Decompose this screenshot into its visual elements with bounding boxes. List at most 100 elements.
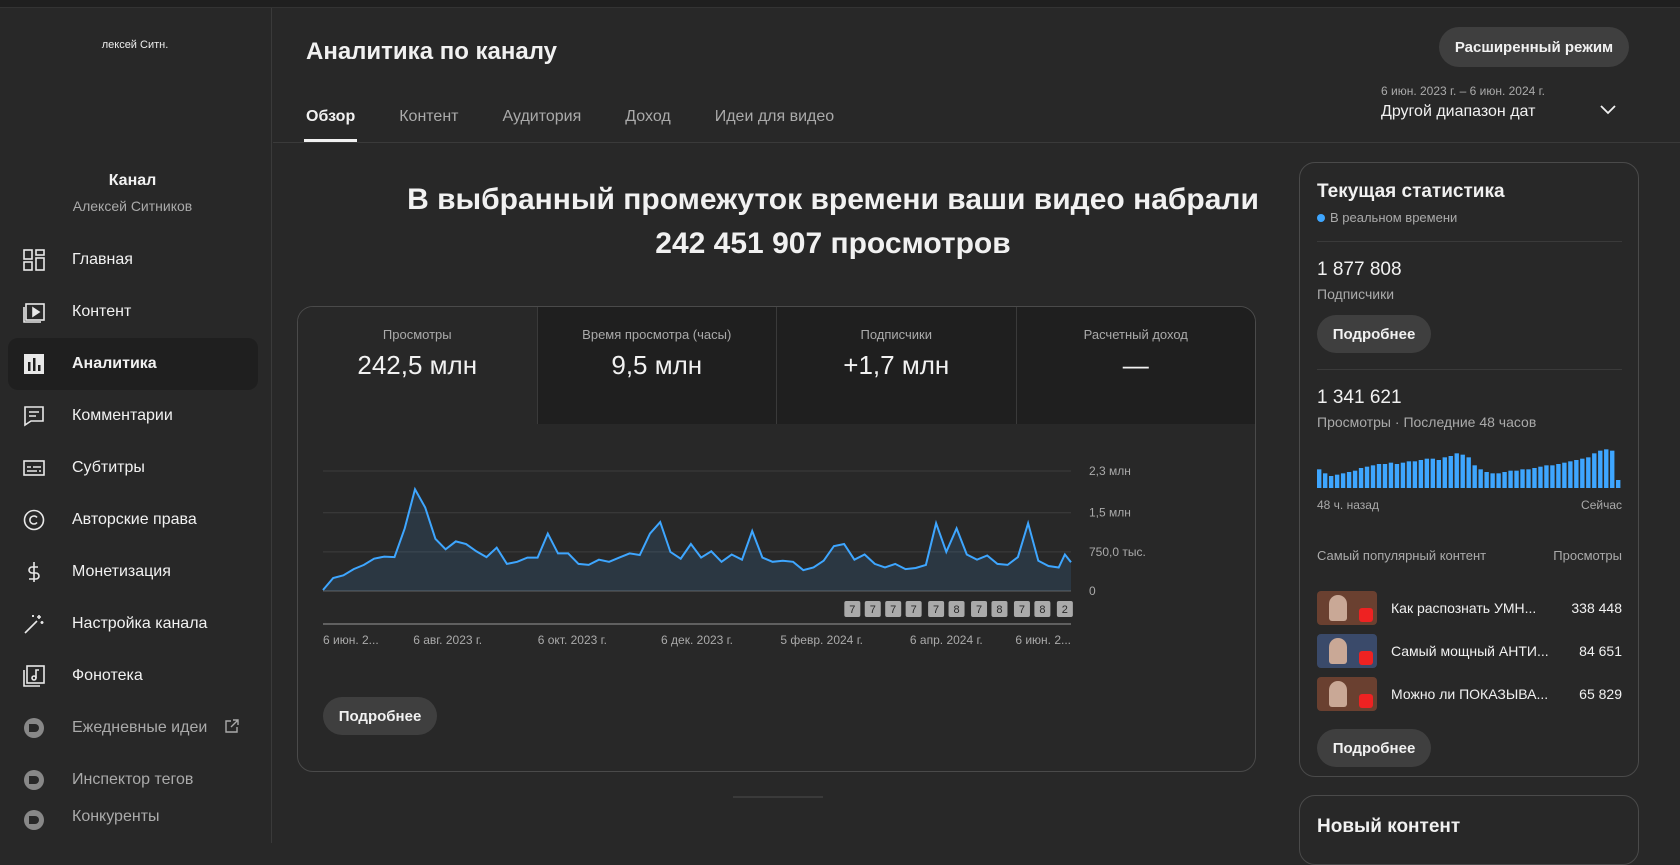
sidebar-item-label: Ежедневные идеи: [72, 719, 208, 736]
sidebar-item-label: Комментарии: [72, 407, 173, 424]
views-chart[interactable]: 2,3 млн 1,5 млн 750,0 тыс. 0 7 7 7 7 7 8 7 8 7 8 2 6 ию…: [298, 424, 1255, 684]
video-content-icon: [22, 300, 46, 324]
video-thumbnail: [1317, 590, 1377, 625]
overview-card: Просмотры 242,5 млн Время просмотра (час…: [297, 306, 1256, 772]
realtime-bar: [1334, 474, 1340, 488]
metric-subscribers[interactable]: Подписчики +1,7 млн: [777, 307, 1017, 424]
realtime-bar: [1460, 454, 1465, 488]
sidebar-item-audio-library[interactable]: Фонотека: [8, 650, 258, 702]
realtime-bar: [1424, 458, 1430, 488]
realtime-bar: [1442, 457, 1447, 488]
list-item[interactable]: Можно ли ПОКАЗЫВА... 65 829: [1317, 672, 1622, 715]
divider: [1317, 369, 1622, 370]
video-views: 65 829: [1579, 685, 1622, 702]
sidebar-item-monetization[interactable]: Монетизация: [8, 546, 258, 598]
new-content-card: Новый контент: [1299, 795, 1639, 865]
realtime-live-label: В реальном времени: [1330, 210, 1458, 225]
tab-overview[interactable]: Обзор: [303, 94, 358, 142]
sidebar-item-customization[interactable]: Настройка канала: [8, 598, 258, 650]
metric-tabs: Просмотры 242,5 млн Время просмотра (час…: [298, 307, 1255, 424]
realtime-bar: [1514, 470, 1519, 488]
sidebar-nav: Главная Контент Аналитика Комментарии Су…: [8, 234, 258, 832]
metric-value: +1,7 млн: [843, 350, 950, 380]
realtime-bar: [1502, 472, 1507, 488]
realtime-views-value: 1 341 621: [1317, 387, 1402, 408]
popular-more-button[interactable]: Подробнее: [1317, 729, 1431, 767]
realtime-bar: [1610, 450, 1615, 488]
realtime-bar: [1544, 465, 1549, 488]
metric-watch-time[interactable]: Время просмотра (часы) 9,5 млн: [537, 307, 777, 424]
realtime-views-label: Просмотры · Последние 48 часов: [1317, 414, 1537, 430]
realtime-subscribers-label: Подписчики: [1317, 286, 1395, 302]
channel-title: Канал: [108, 172, 157, 189]
bar-chart-axis: 48 ч. назад Сейчас: [1317, 498, 1622, 512]
sidebar-item-label: Инспектор тегов: [72, 771, 194, 788]
sidebar-item-label: Аналитика: [72, 355, 157, 372]
date-range-picker[interactable]: 6 июн. 2023 г. – 6 июн. 2024 г. Другой д…: [1381, 84, 1545, 121]
sidebar-item-tag-inspector[interactable]: Инспектор тегов: [8, 754, 258, 806]
metric-value: 9,5 млн: [611, 350, 703, 380]
realtime-bar: [1352, 470, 1358, 488]
sidebar-item-dashboard[interactable]: Главная: [8, 234, 258, 286]
sidebar-item-competitors[interactable]: Конкуренты: [8, 806, 258, 832]
metric-value: 242,5 млн: [357, 350, 478, 380]
sidebar-item-content[interactable]: Контент: [8, 286, 258, 338]
sidebar-item-copyright[interactable]: Авторские права: [8, 494, 258, 546]
tab-video-ideas[interactable]: Идеи для видео: [715, 94, 834, 142]
tab-content[interactable]: Контент: [399, 94, 458, 142]
realtime-bar: [1526, 469, 1531, 488]
realtime-live: В реальном времени: [1317, 210, 1457, 225]
views-chart-svg: 2,3 млн 1,5 млн 750,0 тыс. 0 7 7 7 7 7 8 7 8 7 8 2 6 ию…: [322, 464, 1146, 647]
video-title: Можно ли ПОКАЗЫВА...: [1391, 685, 1549, 702]
analytics-icon: [22, 352, 46, 376]
dashboard-icon: [22, 248, 46, 272]
channel-avatar[interactable]: лексей Ситн.: [70, 30, 200, 60]
x-tick-label: 6 авг. 2023 г.: [413, 633, 482, 647]
video-marker-label: 2: [1062, 604, 1068, 616]
realtime-bar: [1556, 464, 1561, 488]
sidebar-item-comments[interactable]: Комментарии: [8, 390, 258, 442]
views-headline: В выбранный промежуток времени ваши виде…: [333, 178, 1333, 266]
subtitles-icon: [22, 456, 46, 480]
realtime-bar-chart[interactable]: [1317, 448, 1622, 488]
realtime-subscribers-value: 1 877 808: [1317, 259, 1402, 280]
metric-views[interactable]: Просмотры 242,5 млн: [298, 307, 538, 424]
list-item[interactable]: Как распознать УМН... 338 448: [1317, 586, 1622, 629]
subscribers-more-button[interactable]: Подробнее: [1317, 315, 1431, 353]
realtime-bar: [1317, 469, 1322, 488]
video-marker-label: 8: [996, 604, 1002, 616]
chart-more-button[interactable]: Подробнее: [323, 697, 437, 735]
x-tick-label: 6 дек. 2023 г.: [661, 633, 733, 647]
series-area: [323, 489, 1071, 591]
list-item[interactable]: Самый мощный АНТИ... 84 651: [1317, 629, 1622, 672]
video-marker-label: 7: [976, 604, 982, 616]
advanced-mode-button[interactable]: Расширенный режим: [1439, 27, 1629, 67]
x-tick-label: 5 февр. 2024 г.: [780, 633, 863, 647]
realtime-bar: [1490, 473, 1495, 488]
tab-audience[interactable]: Аудитория: [502, 94, 581, 142]
video-marker-label: 7: [933, 604, 939, 616]
realtime-bar: [1568, 461, 1573, 488]
realtime-bar: [1340, 473, 1346, 488]
realtime-bar: [1550, 465, 1555, 488]
y-tick-label: 2,3 млн: [1089, 464, 1131, 478]
metric-label: Просмотры: [382, 327, 452, 342]
y-tick-label: 0: [1089, 584, 1096, 598]
sidebar-item-label: Контент: [72, 303, 132, 320]
metric-revenue[interactable]: Расчетный доход —: [1016, 307, 1255, 424]
realtime-bar: [1448, 456, 1453, 488]
realtime-bar: [1472, 465, 1477, 488]
y-tick-label: 750,0 тыс.: [1089, 545, 1146, 559]
sidebar-item-subtitles[interactable]: Субтитры: [8, 442, 258, 494]
chevron-down-icon[interactable]: [1600, 102, 1616, 120]
page-title: Аналитика по каналу: [306, 38, 558, 65]
sidebar-item-label: Авторские права: [72, 511, 197, 528]
realtime-bar: [1358, 468, 1364, 488]
date-range-label: Другой диапазон дат: [1381, 103, 1536, 120]
video-marker-label: 7: [890, 604, 896, 616]
sidebar-item-daily-ideas[interactable]: Ежедневные идеи: [8, 702, 258, 754]
video-thumbnail: [1317, 676, 1377, 711]
sidebar-item-analytics[interactable]: Аналитика: [8, 338, 258, 390]
realtime-bar: [1580, 458, 1585, 488]
tab-revenue[interactable]: Доход: [625, 94, 670, 142]
